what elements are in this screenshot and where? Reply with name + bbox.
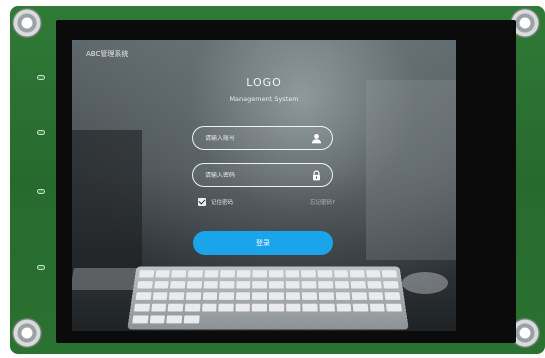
mounting-hole-top-left — [12, 8, 42, 38]
username-field[interactable] — [192, 126, 333, 150]
remember-checkbox[interactable] — [198, 198, 206, 206]
password-input[interactable] — [205, 171, 305, 179]
remember-label: 记住密码 — [211, 200, 234, 206]
background-mouse — [402, 272, 448, 294]
lock-icon — [311, 169, 322, 181]
solder-pad — [37, 265, 45, 270]
app-title: ABC管理系统 — [86, 50, 129, 58]
forgot-password-link[interactable]: 忘记密码? — [310, 198, 335, 206]
background-shape — [72, 130, 142, 290]
background-keyboard — [127, 266, 409, 330]
remember-password[interactable]: 记住密码 — [198, 198, 233, 206]
solder-pad — [37, 75, 45, 80]
system-subtitle: Management System — [229, 95, 299, 103]
logo-text: LOGO — [246, 76, 282, 89]
solder-pad — [37, 189, 45, 194]
mounting-hole-bottom-left — [12, 318, 42, 348]
solder-pad — [37, 130, 45, 135]
login-button[interactable]: 登录 — [193, 231, 333, 255]
user-icon — [311, 133, 322, 144]
password-field[interactable] — [192, 163, 333, 187]
login-screen: ABC管理系统 LOGO Management System 记住密码 忘记密码… — [72, 40, 456, 331]
username-input[interactable] — [205, 134, 305, 142]
background-shape — [366, 80, 456, 260]
